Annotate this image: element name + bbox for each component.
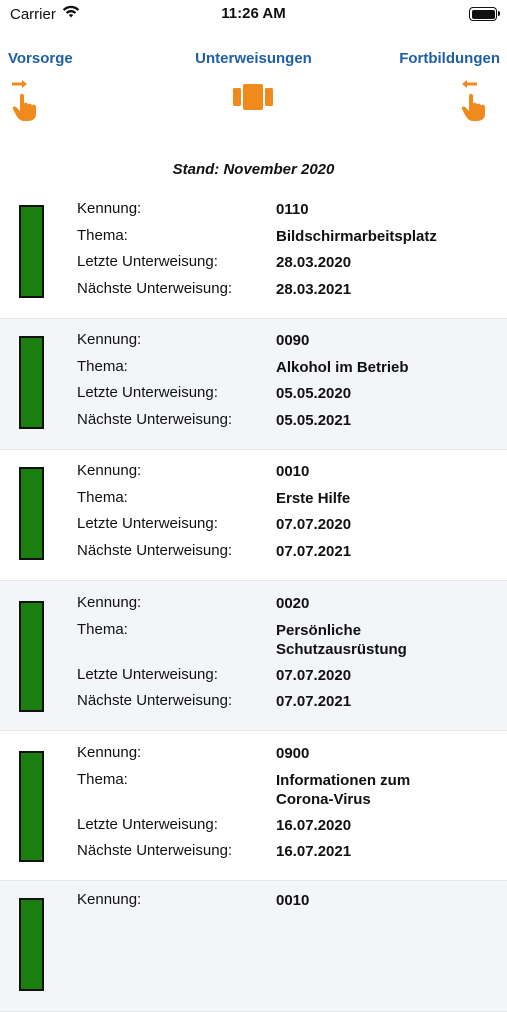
label-thema: Thema: — [77, 489, 128, 506]
status-indicator-bar — [19, 898, 44, 991]
label-letzte: Letzte Unterweisung: — [77, 666, 218, 683]
label-kennung: Kennung: — [77, 744, 142, 761]
nav-unterweisungen-title[interactable]: Unterweisungen — [195, 50, 312, 67]
panel-icon — [233, 84, 273, 115]
status-indicator-bar — [19, 336, 44, 429]
value-kennung: 0010 — [276, 892, 310, 909]
status-indicator-bar — [19, 205, 44, 298]
value-naechste: 07.07.2021 — [276, 543, 352, 560]
label-letzte: Letzte Unterweisung: — [77, 253, 218, 270]
value-kennung: 0020 — [276, 595, 310, 612]
status-indicator-bar — [19, 601, 44, 712]
value-thema-line2: Schutzausrüstung — [276, 641, 407, 658]
top-navigation: Vorsorge Unterweisungen Fortbildungen — [0, 50, 507, 130]
nav-fortbildungen-button[interactable]: Fortbildungen — [399, 50, 500, 67]
value-thema-line1: Persönliche — [276, 622, 362, 639]
list-item[interactable]: Kennung: 0010 — [0, 881, 507, 1012]
status-indicator-bar — [19, 751, 44, 862]
list-item[interactable]: Kennung: Thema: Letzte Unterweisung: Näc… — [0, 319, 507, 450]
value-kennung: 0010 — [276, 463, 310, 480]
label-naechste: Nächste Unterweisung: — [77, 542, 233, 559]
list-item[interactable]: Kennung: Thema: Letzte Unterweisung: Näc… — [0, 450, 507, 581]
value-letzte: 28.03.2020 — [276, 254, 352, 271]
value-kennung: 0090 — [276, 332, 310, 349]
value-naechste: 16.07.2021 — [276, 843, 352, 860]
value-thema-line1: Informationen zum — [276, 772, 411, 789]
label-thema: Thema: — [77, 227, 128, 244]
list-item[interactable]: Kennung: Thema: Letzte Unterweisung: Näc… — [0, 731, 507, 881]
label-naechste: Nächste Unterweisung: — [77, 692, 233, 709]
value-letzte: 16.07.2020 — [276, 817, 352, 834]
status-bar: Carrier 11:26 AM — [0, 0, 507, 30]
value-letzte: 07.07.2020 — [276, 667, 352, 684]
label-thema: Thema: — [77, 621, 128, 638]
label-kennung: Kennung: — [77, 331, 142, 348]
battery-icon — [469, 7, 500, 21]
nav-vorsorge-button[interactable]: Vorsorge — [8, 50, 73, 67]
value-kennung: 0110 — [276, 201, 309, 218]
value-thema: Alkohol im Betrieb — [276, 359, 409, 376]
stand-date-label: Stand: November 2020 — [172, 161, 335, 178]
label-letzte: Letzte Unterweisung: — [77, 384, 218, 401]
unterweisungen-list: Kennung: Thema: Letzte Unterweisung: Näc… — [0, 188, 507, 1012]
label-letzte: Letzte Unterweisung: — [77, 816, 218, 833]
list-item[interactable]: Kennung: Thema: Letzte Unterweisung: Näc… — [0, 188, 507, 319]
clock: 11:26 AM — [221, 5, 286, 22]
status-indicator-bar — [19, 467, 44, 560]
label-kennung: Kennung: — [77, 462, 142, 479]
value-naechste: 05.05.2021 — [276, 412, 352, 429]
label-kennung: Kennung: — [77, 200, 142, 217]
label-letzte: Letzte Unterweisung: — [77, 515, 218, 532]
value-naechste: 07.07.2021 — [276, 693, 352, 710]
value-thema: Bildschirmarbeitsplatz — [276, 228, 437, 245]
value-thema: Erste Hilfe — [276, 490, 351, 507]
value-letzte: 05.05.2020 — [276, 385, 352, 402]
label-thema: Thema: — [77, 358, 128, 375]
label-naechste: Nächste Unterweisung: — [77, 280, 233, 297]
label-thema: Thema: — [77, 771, 128, 788]
value-thema-line2: Corona-Virus — [276, 791, 371, 808]
value-naechste: 28.03.2021 — [276, 281, 352, 298]
list-item[interactable]: Kennung: Thema: Letzte Unterweisung: Näc… — [0, 581, 507, 731]
swipe-right-hand-icon[interactable] — [10, 78, 44, 127]
label-naechste: Nächste Unterweisung: — [77, 842, 233, 859]
value-letzte: 07.07.2020 — [276, 516, 352, 533]
swipe-left-hand-icon[interactable] — [459, 78, 493, 127]
value-kennung: 0900 — [276, 745, 310, 762]
label-naechste: Nächste Unterweisung: — [77, 411, 233, 428]
label-kennung: Kennung: — [77, 594, 142, 611]
